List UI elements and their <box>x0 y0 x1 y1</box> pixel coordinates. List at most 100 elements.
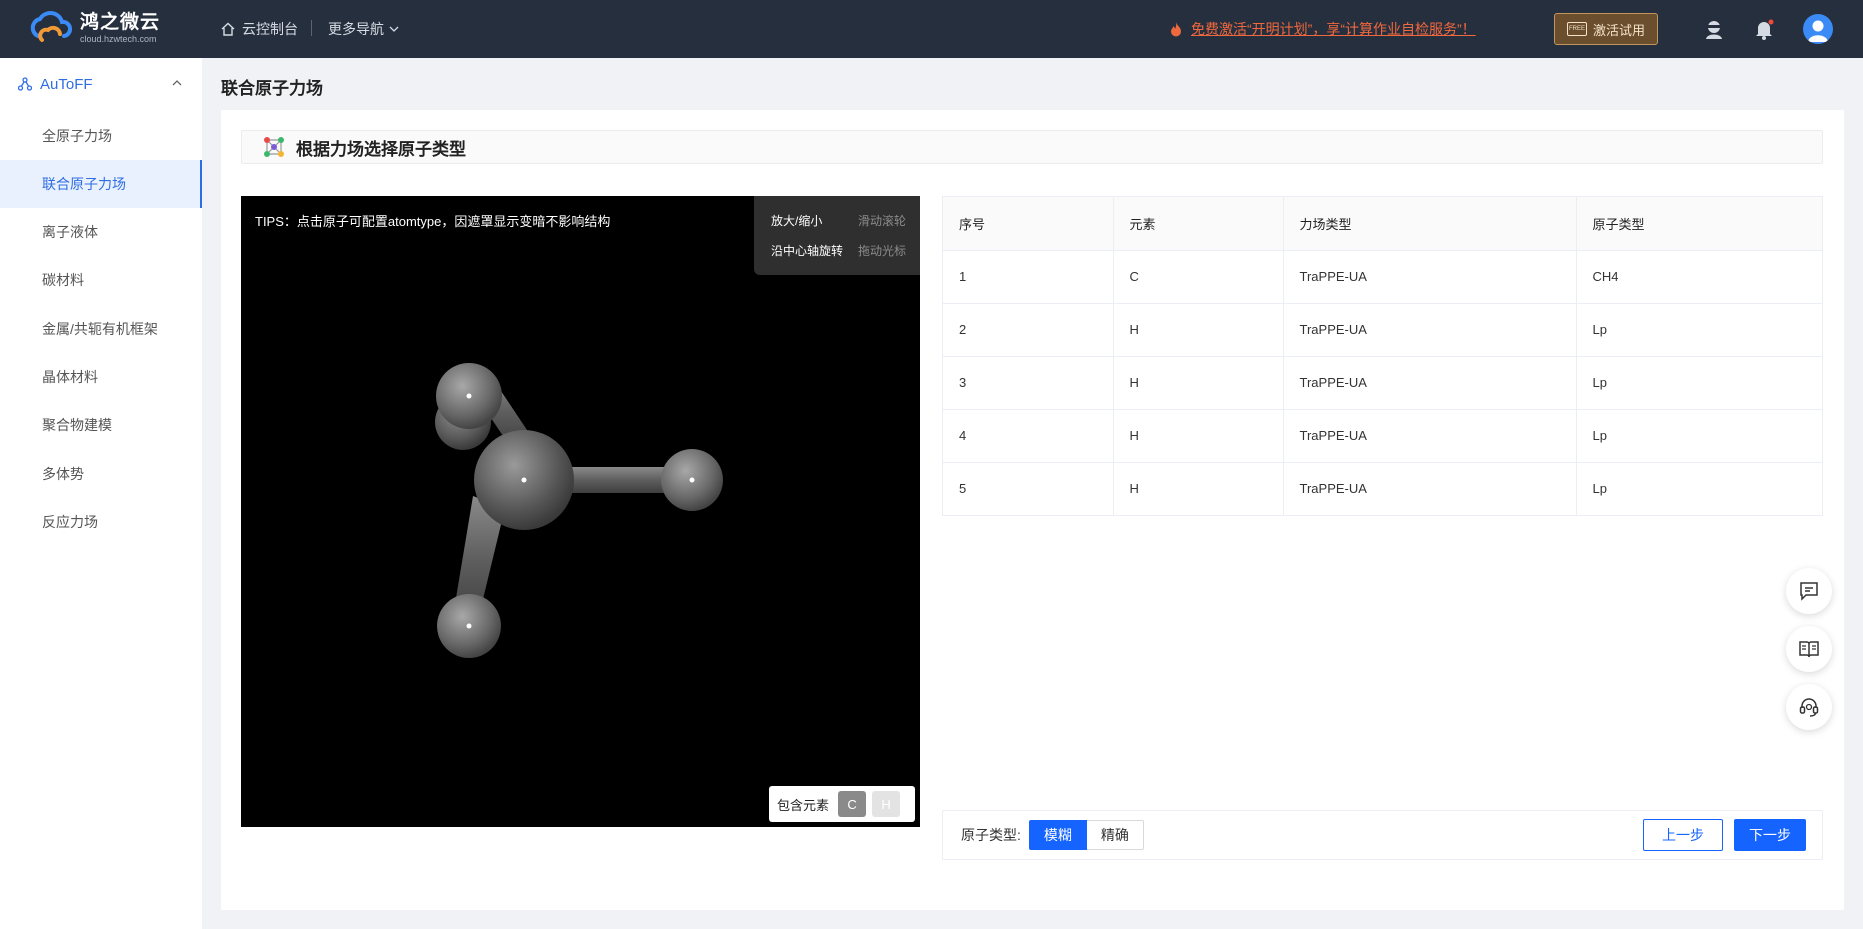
mode-exact-button[interactable]: 精确 <box>1086 820 1144 850</box>
column-header-atomtype: 原子类型 <box>1576 197 1822 251</box>
cell-element: H <box>1113 356 1284 410</box>
sidebar-item-ionic-liquid[interactable]: 离子液体 <box>0 208 202 256</box>
headset-icon <box>1799 698 1819 717</box>
cell-element: H <box>1113 462 1284 516</box>
support-agent-icon[interactable] <box>1702 17 1726 41</box>
sidebar-item-crystal[interactable]: 晶体材料 <box>0 353 202 401</box>
nav-divider <box>311 20 312 36</box>
atom-center-marker <box>689 477 695 483</box>
docs-button[interactable] <box>1786 626 1832 672</box>
user-avatar-icon[interactable] <box>1803 14 1833 44</box>
mode-fuzzy-button[interactable]: 模糊 <box>1028 820 1087 850</box>
page-title: 联合原子力场 <box>221 79 323 98</box>
cloud-logo-icon <box>30 11 73 42</box>
zoom-label: 放大/缩小 <box>771 214 823 228</box>
cell-element: H <box>1113 303 1284 357</box>
sidebar-group-label: AuToFF <box>40 75 93 93</box>
table-row[interactable]: 5 H TraPPE-UA Lp <box>943 462 1822 516</box>
table-row[interactable]: 4 H TraPPE-UA Lp <box>943 409 1822 463</box>
cell-element: C <box>1113 250 1284 304</box>
sidebar-item-carbon[interactable]: 碳材料 <box>0 256 202 304</box>
atom-type-mode-label: 原子类型: <box>961 827 1021 843</box>
chevron-down-icon <box>389 26 399 32</box>
atom-center-marker <box>521 477 527 483</box>
molecule-render[interactable] <box>241 196 920 827</box>
cell-element: H <box>1113 409 1284 463</box>
previous-step-button[interactable]: 上一步 <box>1643 819 1723 851</box>
table-header-row: 序号 元素 力场类型 原子类型 <box>943 197 1822 251</box>
sidebar-item-reactive[interactable]: 反应力场 <box>0 498 202 546</box>
section-header: 根据力场选择原子类型 <box>241 130 1823 164</box>
atom-type-mode-toggle: 模糊 精确 <box>1028 820 1144 850</box>
brand-url: cloud.hzwtech.com <box>80 33 157 44</box>
customer-support-button[interactable] <box>1786 684 1832 730</box>
nav-cloud-console[interactable]: 云控制台 <box>220 19 298 39</box>
user-silhouette-icon <box>1808 20 1828 42</box>
molecule-icon <box>264 137 284 157</box>
cell-atomtype[interactable]: CH4 <box>1576 250 1822 304</box>
section-title: 根据力场选择原子类型 <box>296 139 466 159</box>
cell-index: 2 <box>943 303 1114 357</box>
nav-more-label: 更多导航 <box>328 21 384 37</box>
home-icon <box>221 22 235 36</box>
feedback-chat-button[interactable] <box>1786 568 1832 614</box>
atom-type-table: 序号 元素 力场类型 原子类型 1 C TraPPE-UA CH4 2 H Tr… <box>942 196 1823 516</box>
sidebar-item-many-body[interactable]: 多体势 <box>0 450 202 498</box>
brand-logo[interactable]: 鸿之微云 cloud.hzwtech.com <box>28 10 160 46</box>
cell-atomtype[interactable]: Lp <box>1576 462 1822 516</box>
cell-index: 3 <box>943 356 1114 410</box>
atom-center-marker <box>466 623 472 629</box>
promo-text: 免费激活“开明计划”，享“计算作业自检服务”！ <box>1191 21 1476 37</box>
bell-icon[interactable] <box>1752 17 1776 41</box>
elements-legend: 包含元素 C H <box>769 786 915 822</box>
cell-atomtype[interactable]: Lp <box>1576 303 1822 357</box>
sidebar-item-all-atom[interactable]: 全原子力场 <box>0 112 202 160</box>
cell-forcefield: TraPPE-UA <box>1283 303 1577 357</box>
cell-index: 1 <box>943 250 1114 304</box>
next-step-button[interactable]: 下一步 <box>1734 819 1806 851</box>
nav-more-dropdown[interactable]: 更多导航 <box>328 19 399 39</box>
rotate-hint: 拖动光标 <box>857 244 906 258</box>
network-icon <box>18 77 32 91</box>
activate-trial-button[interactable]: FREE 激活试用 <box>1554 13 1658 45</box>
atom-center-marker <box>466 393 472 399</box>
sidebar-item-united-atom[interactable]: 联合原子力场 <box>0 160 202 208</box>
element-chip-h[interactable]: H <box>872 791 901 817</box>
molecule-viewer-canvas[interactable]: TIPS：点击原子可配置atomtype，因遮罩显示变暗不影响结构 放大/缩小 … <box>241 196 920 827</box>
cell-atomtype[interactable]: Lp <box>1576 409 1822 463</box>
column-header-forcefield: 力场类型 <box>1283 197 1577 251</box>
column-header-element: 元素 <box>1113 197 1284 251</box>
table-row[interactable]: 3 H TraPPE-UA Lp <box>943 356 1822 410</box>
column-header-index: 序号 <box>943 197 1114 251</box>
brand-name: 鸿之微云 <box>80 11 161 33</box>
table-row[interactable]: 2 H TraPPE-UA Lp <box>943 303 1822 357</box>
top-navigation-bar: 鸿之微云 cloud.hzwtech.com 云控制台 更多导航 免费激活“开明… <box>0 0 1863 58</box>
cell-index: 5 <box>943 462 1114 516</box>
activate-trial-label: 激活试用 <box>1592 22 1645 38</box>
cell-atomtype[interactable]: Lp <box>1576 356 1822 410</box>
table-row[interactable]: 1 C TraPPE-UA CH4 <box>943 250 1822 304</box>
fire-icon <box>1171 22 1181 37</box>
cell-forcefield: TraPPE-UA <box>1283 356 1577 410</box>
sidebar-item-mof[interactable]: 金属/共轭有机框架 <box>0 305 202 353</box>
zoom-hint: 滑动滚轮 <box>857 214 906 228</box>
free-badge-icon: FREE <box>1566 22 1587 36</box>
main-card: 根据力场选择原子类型 TIPS：点击原子可配置atomtype，因遮罩显示变暗不… <box>221 110 1844 910</box>
promo-link[interactable]: 免费激活“开明计划”，享“计算作业自检服务”！ <box>1169 19 1476 39</box>
sidebar: AuToFF 全原子力场 联合原子力场 离子液体 碳材料 金属/共轭有机框架 晶… <box>0 58 202 929</box>
atom-type-footer: 原子类型: 模糊 精确 上一步 下一步 <box>942 810 1823 860</box>
cell-forcefield: TraPPE-UA <box>1283 462 1577 516</box>
rotate-label: 沿中心轴旋转 <box>771 244 844 258</box>
chat-icon <box>1800 582 1818 601</box>
sidebar-group-autoff[interactable]: AuToFF <box>0 58 202 110</box>
chevron-up-icon <box>172 80 182 86</box>
viewer-tips: TIPS：点击原子可配置atomtype，因遮罩显示变暗不影响结构 <box>255 214 611 229</box>
nav-console-label: 云控制台 <box>242 21 298 37</box>
cell-forcefield: TraPPE-UA <box>1283 250 1577 304</box>
cell-index: 4 <box>943 409 1114 463</box>
elements-label: 包含元素 <box>777 797 830 813</box>
sidebar-item-polymer[interactable]: 聚合物建模 <box>0 401 202 449</box>
cell-forcefield: TraPPE-UA <box>1283 409 1577 463</box>
element-chip-c[interactable]: C <box>838 791 867 817</box>
book-icon <box>1799 641 1819 658</box>
